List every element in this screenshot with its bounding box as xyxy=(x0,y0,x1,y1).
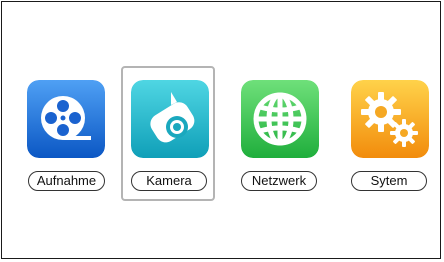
label-netzwerk[interactable]: Netzwerk xyxy=(241,171,317,191)
camera-icon xyxy=(131,80,209,158)
menu-item-kamera[interactable] xyxy=(131,80,209,158)
menu-item-netzwerk[interactable] xyxy=(241,80,319,158)
label-system[interactable]: Sytem xyxy=(351,171,427,191)
gears-icon xyxy=(351,80,429,158)
menu-item-aufnahme[interactable] xyxy=(27,80,105,158)
label-aufnahme[interactable]: Aufnahme xyxy=(28,171,105,191)
globe-icon xyxy=(241,80,319,158)
menu-item-system[interactable] xyxy=(351,80,429,158)
label-kamera[interactable]: Kamera xyxy=(131,171,207,191)
film-reel-icon xyxy=(27,80,105,158)
